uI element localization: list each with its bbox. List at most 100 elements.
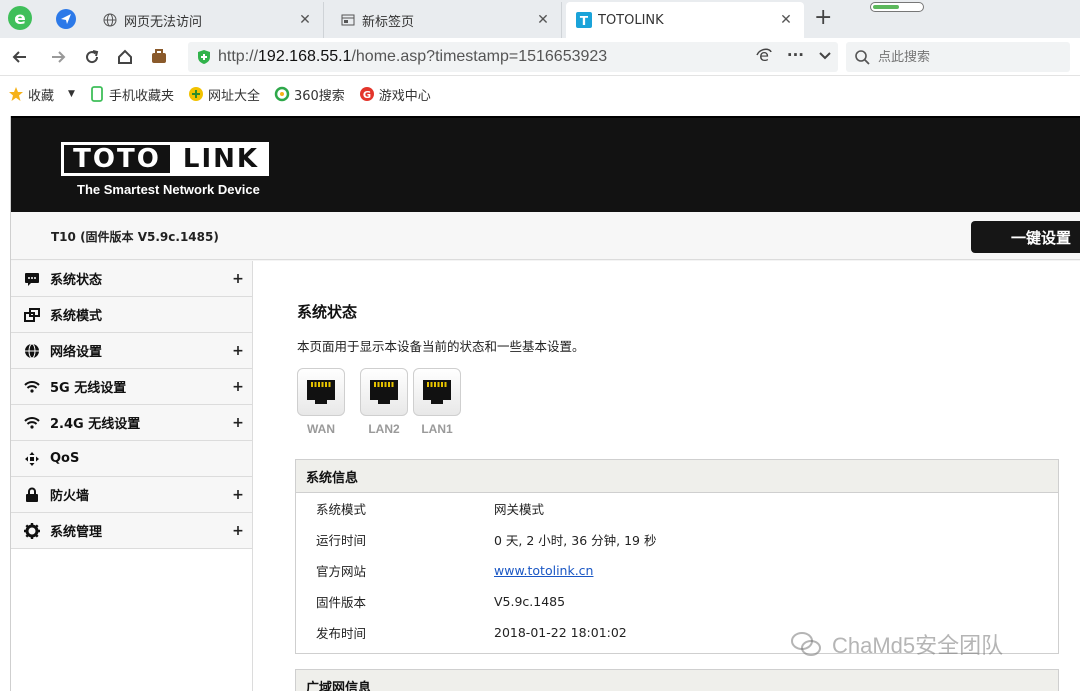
briefcase-icon bbox=[152, 49, 166, 63]
watermark: ChaMd5安全团队 bbox=[790, 628, 1003, 660]
browser-logo-icon[interactable]: e bbox=[6, 4, 34, 32]
game-center-icon: G bbox=[359, 86, 375, 102]
resource-indicator bbox=[870, 2, 924, 12]
watermark-text: ChaMd5安全团队 bbox=[832, 633, 1004, 658]
expand-icon[interactable]: + bbox=[224, 487, 252, 503]
chevron-down-icon[interactable]: ▼ bbox=[68, 89, 75, 99]
tab-close-icon[interactable]: ✕ bbox=[535, 12, 551, 28]
bookmark-mobile[interactable]: 手机收藏夹 bbox=[89, 85, 174, 104]
wan-info-panel: 广域网信息 bbox=[295, 669, 1059, 691]
browser-tab-bar: e 网页无法访问 ✕ 新标签页 ✕ T TOTOLINK ✕ + bbox=[0, 0, 1080, 38]
more-menu-icon[interactable]: ··· bbox=[787, 46, 804, 64]
wan-port-label: WAN bbox=[307, 422, 335, 436]
phone-icon bbox=[89, 86, 105, 102]
mode-icon bbox=[23, 306, 41, 324]
router-admin-page: TOTO LINK The Smartest Network Device T1… bbox=[10, 116, 1080, 691]
refresh-button[interactable] bbox=[80, 45, 104, 69]
lan1-port-label: LAN1 bbox=[421, 422, 453, 436]
tab-totolink[interactable]: T TOTOLINK ✕ bbox=[566, 2, 804, 38]
tab-title: TOTOLINK bbox=[598, 12, 664, 28]
lan2-port-label: LAN2 bbox=[368, 422, 400, 436]
sidebar-item-system-management[interactable]: 系统管理 + bbox=[11, 513, 252, 549]
expand-icon[interactable]: + bbox=[224, 523, 252, 539]
expand-icon[interactable]: + bbox=[224, 271, 252, 287]
info-row-uptime: 运行时间 0 天, 2 小时, 36 分钟, 19 秒 bbox=[316, 533, 657, 548]
new-tab-button[interactable]: + bbox=[814, 6, 832, 30]
logo-tagline: The Smartest Network Device bbox=[77, 182, 260, 197]
expand-icon[interactable]: + bbox=[224, 343, 252, 359]
sidebar-item-firewall[interactable]: 防火墙 + bbox=[11, 477, 252, 513]
security-shield-icon bbox=[198, 50, 210, 64]
forward-button[interactable] bbox=[46, 45, 70, 69]
home-button[interactable] bbox=[113, 45, 137, 69]
system-info-title: 系统信息 bbox=[296, 460, 1058, 493]
expand-icon[interactable]: + bbox=[224, 415, 252, 431]
page-description: 本页面用于显示本设备当前的状态和一些基本设置。 bbox=[297, 339, 585, 354]
wallet-button[interactable] bbox=[147, 45, 171, 69]
sidebar-item-qos[interactable]: QoS bbox=[11, 441, 252, 477]
bookmark-360-search[interactable]: 360搜索 bbox=[274, 85, 345, 104]
info-row-website: 官方网站 www.totolink.cn bbox=[316, 563, 594, 579]
firmware-version-text: T10 (固件版本 V5.9c.1485) bbox=[51, 230, 219, 244]
address-bar[interactable]: http://192.168.55.1/home.asp?timestamp=1… bbox=[188, 42, 838, 72]
sidebar-item-system-mode[interactable]: 系统模式 bbox=[11, 297, 252, 333]
totolink-logo: TOTO LINK The Smartest Network Device bbox=[61, 142, 269, 197]
360-search-icon bbox=[274, 86, 290, 102]
status-icon bbox=[23, 270, 41, 288]
lan2-port-icon bbox=[360, 368, 408, 416]
main-content: 系统状态 本页面用于显示本设备当前的状态和一些基本设置。 WAN LAN2 LA… bbox=[253, 261, 1080, 691]
bookmarks-bar: 收藏 ▼ 手机收藏夹 网址大全 360搜索 G 游戏中心 bbox=[0, 76, 1080, 112]
tab-title: 新标签页 bbox=[362, 14, 415, 30]
page-title: 系统状态 bbox=[297, 303, 358, 321]
tab-new-tab[interactable]: 新标签页 ✕ bbox=[330, 2, 562, 38]
bookmark-game-center[interactable]: G 游戏中心 bbox=[359, 85, 431, 104]
firmware-bar: T10 (固件版本 V5.9c.1485) 一键设置 bbox=[11, 212, 1080, 260]
tab-unreachable[interactable]: 网页无法访问 ✕ bbox=[92, 2, 324, 38]
arrow-right-icon bbox=[52, 51, 66, 63]
search-input[interactable] bbox=[878, 49, 1058, 65]
ie-compat-icon[interactable]: e bbox=[755, 46, 773, 64]
wan-port-icon bbox=[297, 368, 345, 416]
back-button[interactable] bbox=[8, 45, 32, 69]
tab-title: 网页无法访问 bbox=[124, 14, 203, 30]
quick-setup-button[interactable]: 一键设置 bbox=[971, 221, 1080, 253]
lan1-port-icon bbox=[413, 368, 461, 416]
wechat-icon bbox=[791, 632, 821, 656]
svg-text:T: T bbox=[580, 14, 589, 28]
wifi-icon bbox=[23, 414, 41, 432]
router-header: TOTO LINK The Smartest Network Device bbox=[11, 116, 1080, 212]
network-globe-icon bbox=[23, 342, 41, 360]
info-row-firmware: 固件版本 V5.9c.1485 bbox=[316, 594, 566, 610]
sidebar-item-5g-wireless[interactable]: 5G 无线设置 + bbox=[11, 369, 252, 405]
url-text[interactable]: http://192.168.55.1/home.asp?timestamp=1… bbox=[218, 48, 607, 66]
star-icon bbox=[8, 86, 24, 102]
bookmark-url-nav[interactable]: 网址大全 bbox=[188, 85, 260, 104]
home-icon bbox=[118, 49, 132, 64]
sidebar-item-network[interactable]: 网络设置 + bbox=[11, 333, 252, 369]
lock-icon bbox=[23, 486, 41, 504]
gear-icon bbox=[23, 522, 41, 540]
tab-close-icon[interactable]: ✕ bbox=[297, 12, 313, 28]
url-nav-icon bbox=[188, 86, 204, 102]
info-row-mode: 系统模式 网关模式 bbox=[316, 502, 545, 517]
browser-nav-bar: http://192.168.55.1/home.asp?timestamp=1… bbox=[0, 38, 1080, 76]
tab-close-icon[interactable]: ✕ bbox=[778, 12, 794, 28]
window-icon bbox=[340, 12, 356, 28]
search-icon bbox=[855, 50, 870, 65]
chevron-down-icon[interactable] bbox=[818, 48, 832, 62]
svg-text:e: e bbox=[14, 9, 26, 29]
pinned-tab-icon[interactable] bbox=[56, 9, 76, 29]
wan-info-title: 广域网信息 bbox=[296, 670, 1058, 691]
sidebar-item-system-status[interactable]: 系统状态 + bbox=[11, 261, 252, 297]
sidebar-item-24g-wireless[interactable]: 2.4G 无线设置 + bbox=[11, 405, 252, 441]
refresh-icon bbox=[86, 50, 99, 64]
qos-icon bbox=[23, 450, 41, 468]
bookmark-favorites[interactable]: 收藏 ▼ bbox=[8, 85, 75, 104]
svg-text:G: G bbox=[363, 90, 371, 101]
system-info-panel: 系统信息 系统模式 网关模式 运行时间 0 天, 2 小时, 36 分钟, 19… bbox=[295, 459, 1059, 654]
search-box[interactable] bbox=[846, 42, 1070, 72]
official-website-link[interactable]: www.totolink.cn bbox=[494, 563, 593, 578]
expand-icon[interactable]: + bbox=[224, 379, 252, 395]
globe-icon bbox=[102, 12, 118, 28]
totolink-favicon: T bbox=[576, 12, 592, 28]
